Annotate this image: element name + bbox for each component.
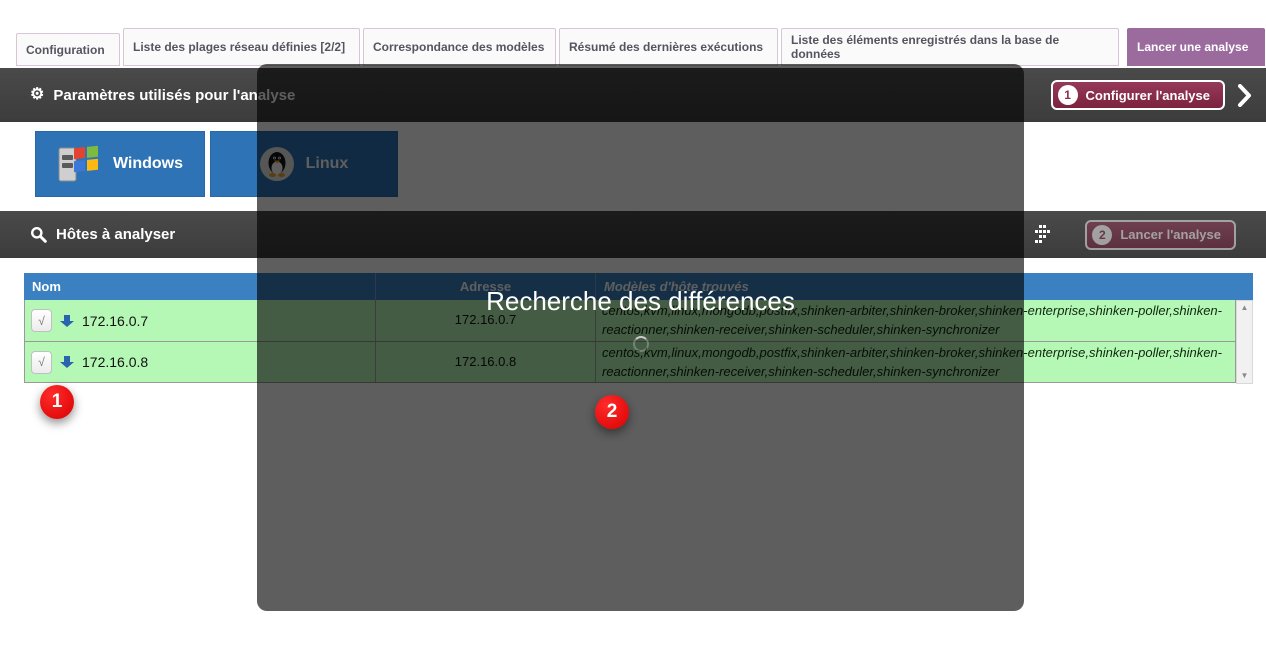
collapse-chevron-icon[interactable] xyxy=(1237,84,1252,107)
gear-icon: ⚙ xyxy=(30,87,44,103)
step-badge-1: 1 xyxy=(40,385,74,419)
app-page: Configuration Liste des plages réseau déf… xyxy=(0,0,1266,669)
host-name-text: 172.16.0.8 xyxy=(82,354,148,370)
step-1-circle: 1 xyxy=(1058,85,1078,105)
table-scrollbar[interactable]: ▲ ▼ xyxy=(1236,300,1253,384)
windows-logo-icon xyxy=(57,143,101,185)
hosts-section-title: Hôtes à analyser xyxy=(30,226,175,243)
tab-label: Configuration xyxy=(26,43,105,57)
params-section-title: ⚙ Paramètres utilisés pour l'analyse xyxy=(30,87,295,104)
hosts-title-text: Hôtes à analyser xyxy=(56,226,175,243)
down-arrow-icon[interactable] xyxy=(60,355,74,369)
tab-label: Résumé des dernières exécutions xyxy=(569,40,763,54)
step-2-circle: 2 xyxy=(1092,225,1112,245)
tab-label: Lancer une analyse xyxy=(1137,40,1248,54)
validate-check-button[interactable]: √ xyxy=(31,309,52,332)
scroll-up-icon[interactable]: ▲ xyxy=(1241,304,1249,312)
tab-correspondance-des-mod-les[interactable]: Correspondance des modèles xyxy=(363,28,556,66)
tasks-grid-icon[interactable] xyxy=(1034,225,1050,245)
tab-label: Liste des plages réseau définies [2/2] xyxy=(133,40,345,54)
tab-label: Liste des éléments enregistrés dans la b… xyxy=(791,33,1109,61)
configure-analysis-label: Configurer l'analyse xyxy=(1086,88,1210,103)
launch-analysis-label: Lancer l'analyse xyxy=(1120,227,1221,242)
tab-label: Correspondance des modèles xyxy=(373,40,544,54)
windows-os-button[interactable]: Windows xyxy=(35,131,205,197)
loading-overlay: Recherche des différences xyxy=(257,64,1024,611)
down-arrow-icon[interactable] xyxy=(60,314,74,328)
loading-spinner-icon xyxy=(633,336,649,352)
validate-check-button[interactable]: √ xyxy=(31,351,52,374)
step-badge-2: 2 xyxy=(595,395,629,429)
loading-message: Recherche des différences xyxy=(257,286,1024,317)
tab-r-sum-des-derni-res-ex-cutions[interactable]: Résumé des dernières exécutions xyxy=(559,28,778,66)
search-icon xyxy=(30,226,47,243)
configure-analysis-button[interactable]: 1 Configurer l'analyse xyxy=(1051,80,1225,110)
windows-button-label: Windows xyxy=(113,155,183,173)
scroll-down-icon[interactable]: ▼ xyxy=(1241,372,1249,380)
launch-analysis-button[interactable]: 2 Lancer l'analyse xyxy=(1085,220,1236,250)
tab-configuration[interactable]: Configuration xyxy=(16,33,120,66)
tab-liste-des-l-ments-enregistr-s-dans-la-ba[interactable]: Liste des éléments enregistrés dans la b… xyxy=(781,28,1119,66)
host-name-text: 172.16.0.7 xyxy=(82,313,148,329)
tab-bar: Configuration Liste des plages réseau déf… xyxy=(0,28,1266,66)
tab-liste-des-plages-r-seau-d-finies-2-2[interactable]: Liste des plages réseau définies [2/2] xyxy=(123,28,360,66)
tab-lancer-une-analyse[interactable]: Lancer une analyse xyxy=(1127,28,1265,66)
